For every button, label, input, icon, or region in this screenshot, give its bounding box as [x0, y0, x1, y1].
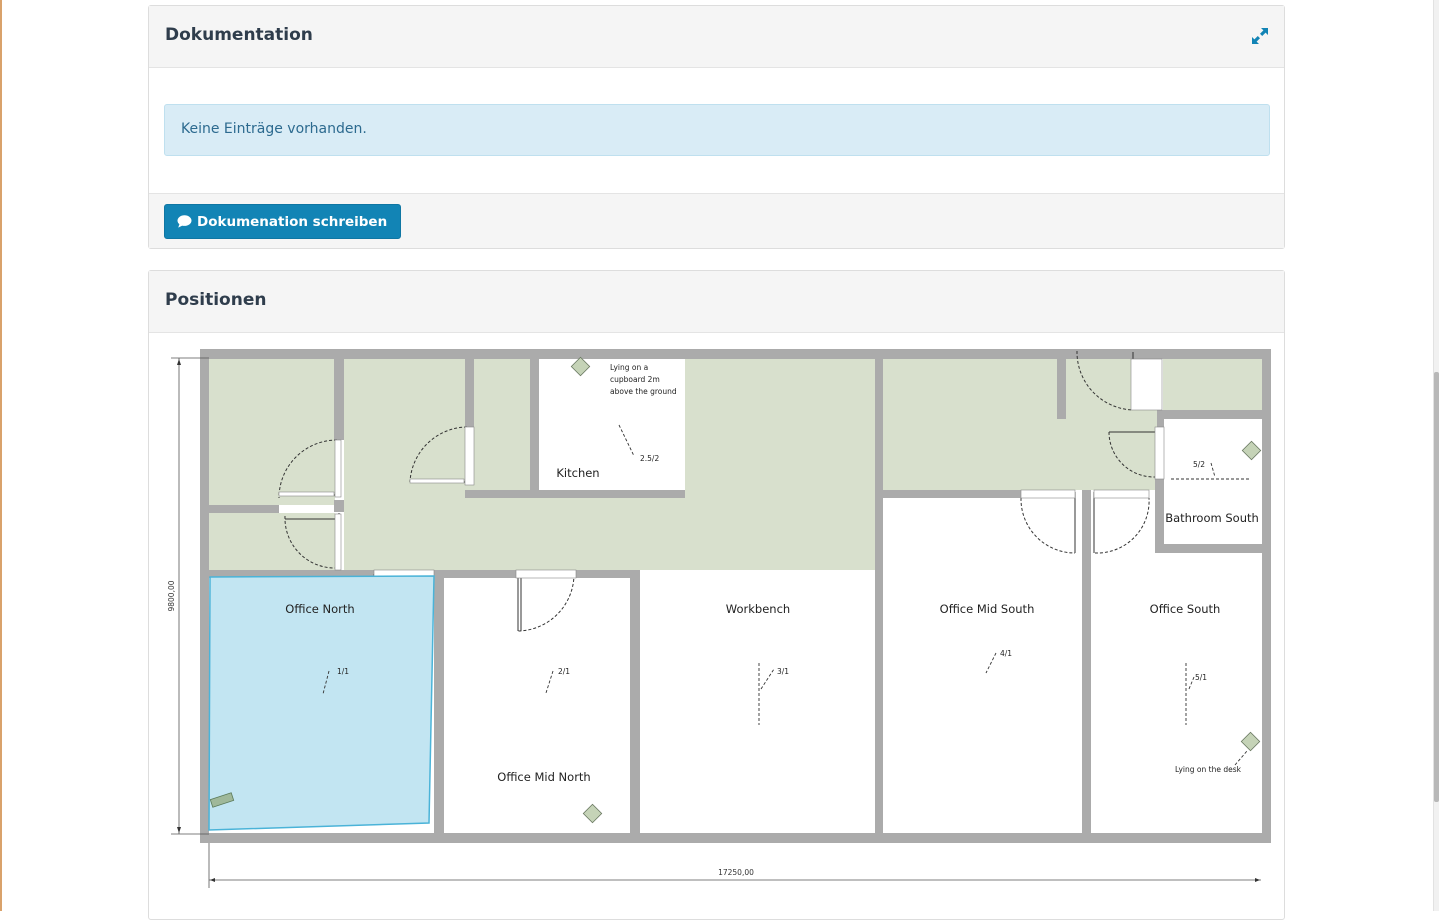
dimension-width-label: 17250,00 — [718, 868, 754, 877]
marker-label-bathroom-south: 5/2 — [1193, 460, 1205, 469]
comment-icon — [177, 215, 192, 228]
room-label-office-south: Office South — [1150, 602, 1221, 616]
marker-label-office-south: 5/1 — [1195, 673, 1207, 682]
office-south-note: Lying on the desk — [1175, 765, 1242, 774]
scrollbar-thumb[interactable] — [1434, 372, 1439, 802]
positions-title: Positionen — [165, 290, 267, 310]
documentation-panel: Dokumentation Keine Einträge vorhanden. … — [148, 5, 1285, 249]
corridor-areas — [209, 358, 1263, 570]
room-label-workbench: Workbench — [726, 602, 790, 616]
room-label-bathroom-south: Bathroom South — [1165, 511, 1259, 525]
empty-entries-message: Keine Einträge vorhanden. — [181, 121, 367, 137]
positions-panel: Positionen Office North Office Mid North… — [148, 270, 1285, 920]
kitchen-note-line1: Lying on a — [610, 363, 648, 372]
kitchen-note-line2: cupboard 2m — [610, 375, 660, 384]
window-left-edge — [0, 0, 2, 911]
positions-panel-heading: Positionen — [149, 271, 1284, 333]
documentation-panel-heading: Dokumentation — [149, 6, 1284, 68]
room-label-kitchen: Kitchen — [556, 466, 599, 480]
marker-label-workbench: 3/1 — [777, 667, 789, 676]
marker-label-kitchen: 2.5/2 — [640, 454, 659, 463]
write-documentation-button[interactable]: Dokumenation schreiben — [164, 204, 402, 239]
dimension-height-label: 9800,00 — [167, 580, 176, 611]
write-documentation-label: Dokumenation schreiben — [197, 213, 388, 230]
expand-icon[interactable] — [1250, 26, 1270, 46]
documentation-panel-footer: Dokumenation schreiben — [149, 193, 1284, 248]
marker-label-office-mid-south: 4/1 — [1000, 649, 1012, 658]
kitchen-note-line3: above the ground — [610, 387, 677, 396]
empty-entries-alert: Keine Einträge vorhanden. — [164, 104, 1270, 156]
room-label-office-north: Office North — [285, 602, 354, 616]
room-label-office-mid-north: Office Mid North — [497, 770, 590, 784]
marker-label-office-mid-north: 2/1 — [558, 667, 570, 676]
room-label-office-mid-south: Office Mid South — [940, 602, 1035, 616]
floorplan[interactable]: Office North Office Mid North Workbench … — [149, 333, 1284, 918]
marker-label-office-north: 1/1 — [337, 667, 349, 676]
documentation-title: Dokumentation — [165, 25, 313, 45]
